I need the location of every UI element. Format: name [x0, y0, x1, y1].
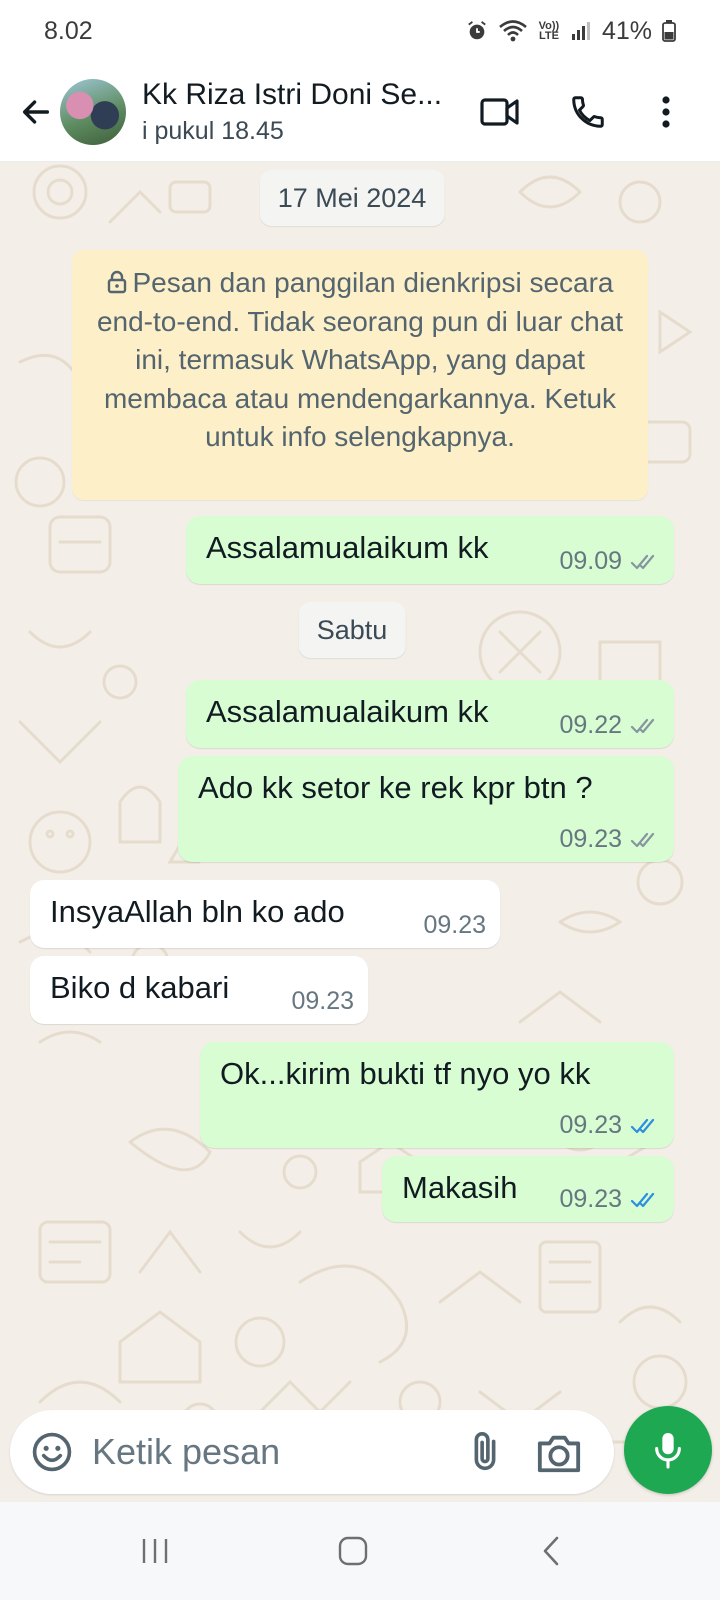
lock-icon — [107, 270, 126, 294]
volte-indicator: Vo)) LTE — [538, 20, 560, 42]
message-text: Ado kk setor ke rek kpr btn ? — [198, 770, 593, 805]
message-time: 09.23 — [559, 1111, 622, 1139]
message-time: 09.22 — [559, 711, 622, 739]
message-bubble[interactable]: Makasih 09.23 — [382, 1156, 674, 1222]
more-options-button[interactable] — [638, 84, 694, 140]
message-placeholder: Ketik pesan — [92, 1431, 281, 1472]
status-icons: Vo)) LTE 41% — [466, 17, 676, 46]
message-bubble[interactable]: Assalamualaikum kk 09.22 — [186, 680, 674, 748]
last-seen: i pukul 18.45 — [142, 116, 284, 145]
encryption-notice[interactable]: Pesan dan panggilan dienkripsi secara en… — [72, 250, 648, 500]
back-button[interactable] — [6, 82, 66, 142]
voice-message-button[interactable] — [624, 1406, 712, 1494]
message-bubble[interactable]: Assalamualaikum kk 09.09 — [186, 516, 674, 584]
message-meta: 09.22 — [559, 711, 660, 740]
message-meta: 09.09 — [559, 547, 660, 576]
status-bar: 8.02 Vo)) LTE 41% — [0, 0, 720, 62]
message-meta: 09.23 — [559, 1185, 660, 1214]
signal-icon — [571, 22, 590, 40]
chat-header: Kk Riza Istri Doni Se... i pukul 18.45 — [0, 62, 720, 162]
microphone-icon — [655, 1433, 681, 1469]
message-meta: 09.23 — [559, 1111, 660, 1140]
encryption-text: Pesan dan panggilan dienkripsi secara en… — [96, 267, 624, 452]
camera-icon[interactable] — [534, 1430, 584, 1476]
more-vertical-icon — [662, 96, 670, 128]
recent-apps-icon — [142, 1539, 168, 1563]
message-input[interactable]: Ketik pesan — [10, 1410, 614, 1494]
message-time: 09.23 — [559, 825, 622, 853]
message-bubble[interactable]: InsyaAllah bln ko ado 09.23 — [30, 880, 500, 948]
chat-area[interactable]: 17 Mei 2024 Pesan dan panggilan dienkrip… — [0, 162, 720, 1502]
contact-avatar[interactable] — [60, 78, 126, 145]
emoji-icon[interactable] — [30, 1430, 74, 1474]
phone-icon — [572, 96, 604, 128]
contact-info[interactable]: Kk Riza Istri Doni Se... i pukul 18.45 — [142, 76, 472, 148]
message-meta: 09.23 — [423, 911, 486, 940]
recent-apps-button[interactable] — [130, 1526, 180, 1576]
date-chip: 17 Mei 2024 — [259, 170, 445, 226]
home-icon — [338, 1536, 368, 1566]
alarm-icon — [468, 21, 486, 40]
double-check-read-icon — [630, 1118, 655, 1133]
message-bubble[interactable]: Ado kk setor ke rek kpr btn ? 09.23 — [178, 756, 674, 862]
message-meta: 09.23 — [291, 987, 354, 1016]
battery-icon — [662, 20, 676, 42]
message-bubble[interactable]: Ok...kirim bukti tf nyo yo kk 09.23 — [200, 1042, 674, 1148]
video-call-button[interactable] — [472, 84, 528, 140]
message-time: 09.23 — [291, 987, 354, 1015]
message-time: 09.09 — [559, 547, 622, 575]
message-composer: Ketik pesan — [0, 1406, 720, 1502]
message-bubble[interactable]: Biko d kabari 09.23 — [30, 956, 368, 1024]
message-text: Assalamualaikum kk — [206, 694, 489, 729]
message-text: Assalamualaikum kk — [206, 530, 489, 565]
message-text: Makasih — [402, 1170, 518, 1205]
message-time: 09.23 — [423, 911, 486, 939]
home-button[interactable] — [328, 1526, 378, 1576]
attach-icon[interactable] — [462, 1428, 508, 1476]
arrow-left-icon — [22, 99, 50, 124]
status-time: 8.02 — [44, 16, 93, 45]
wifi-icon — [499, 20, 527, 42]
message-text: Ok...kirim bukti tf nyo yo kk — [220, 1056, 591, 1091]
date-chip: Sabtu — [298, 602, 406, 658]
double-check-icon — [630, 718, 655, 733]
message-text: InsyaAllah bln ko ado — [50, 894, 345, 929]
double-check-icon — [630, 554, 655, 569]
message-meta: 09.23 — [559, 825, 660, 854]
contact-name: Kk Riza Istri Doni Se... — [142, 77, 443, 111]
system-navigation-bar — [0, 1502, 720, 1600]
battery-percent: 41% — [601, 16, 652, 45]
double-check-icon — [630, 832, 655, 847]
voice-call-button[interactable] — [560, 84, 616, 140]
message-text: Biko d kabari — [50, 970, 230, 1005]
chevron-left-icon — [543, 1536, 559, 1566]
message-time: 09.23 — [559, 1185, 622, 1213]
double-check-read-icon — [630, 1192, 655, 1207]
video-camera-icon — [480, 98, 519, 126]
system-back-button[interactable] — [526, 1526, 576, 1576]
